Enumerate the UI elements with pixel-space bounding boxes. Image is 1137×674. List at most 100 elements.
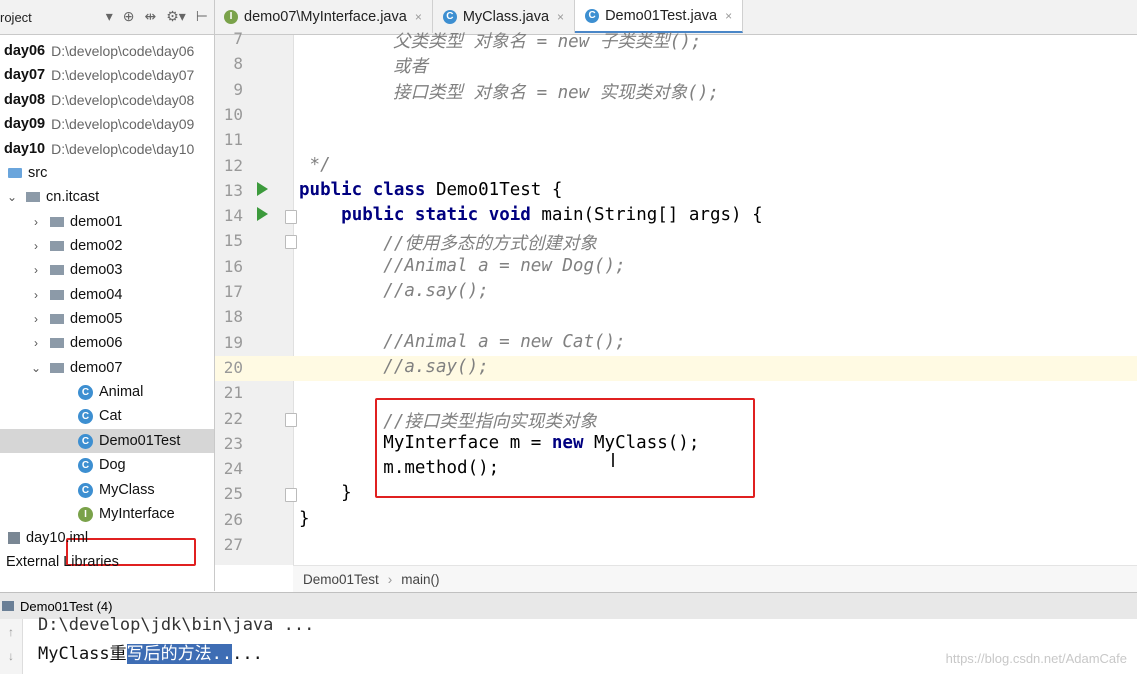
package-icon — [50, 338, 64, 348]
chevron-right-icon[interactable]: › — [30, 215, 42, 229]
code-text: } — [299, 509, 310, 529]
tree-item-package[interactable]: ⌄ cn.itcast — [6, 185, 99, 209]
gear-icon[interactable]: ⚙▾ — [166, 8, 186, 25]
line-number: 12 — [223, 155, 243, 175]
tree-item-myclass[interactable]: C MyClass — [78, 478, 155, 502]
module-path: D:\develop\code\day10 — [51, 141, 195, 157]
tree-item-myinterface[interactable]: I MyInterface — [78, 502, 175, 526]
code-text: //使用多态的方式创建对象 — [299, 234, 597, 255]
line-number: 9 — [233, 79, 243, 99]
tree-label: demo02 — [70, 238, 123, 254]
line-number: 23 — [223, 433, 243, 453]
tree-label: demo04 — [70, 287, 123, 303]
tree-item-src[interactable]: src — [8, 161, 47, 185]
breadcrumb-class[interactable]: Demo01Test — [303, 572, 379, 587]
tree-label: MyClass — [99, 482, 155, 498]
code-editor[interactable]: 7 父类类型 对象名 = new 子类类型(); 8 或者 9 接口类型 对象名 = ne… — [215, 29, 1137, 592]
module-name: day08 — [4, 92, 46, 108]
code-line: 12 */ — [215, 154, 1137, 179]
tab-label: MyClass.java — [462, 8, 550, 25]
tree-item-demo06[interactable]: › demo06 — [30, 331, 122, 355]
tree-item-day08[interactable]: day08 D:\develop\code\day08 — [4, 88, 194, 112]
class-icon: C — [78, 482, 93, 498]
console-line: MyClass重写后的方法..... — [38, 639, 263, 664]
tree-label: day10.iml — [26, 530, 89, 546]
locate-icon[interactable]: ⊕ — [123, 8, 135, 25]
collapse-icon[interactable]: ⇹ — [144, 8, 156, 25]
code-line: 7 父类类型 对象名 = new 子类类型(); — [215, 27, 1137, 52]
tree-item-day10[interactable]: day10 D:\develop\code\day10 — [4, 137, 194, 161]
tree-label: src — [28, 165, 48, 181]
project-tree: day06 D:\develop\code\day06 day07 D:\devel… — [0, 35, 215, 591]
code-text: public class Demo01Test { — [299, 180, 562, 200]
breadcrumb: Demo01Test › main() — [293, 565, 1137, 592]
chevron-right-icon[interactable]: › — [30, 239, 42, 253]
interface-icon: I — [224, 9, 238, 24]
project-panel-title[interactable]: roject — [0, 10, 32, 25]
arrow-down-icon[interactable]: ↓ — [0, 649, 22, 663]
tab-label: demo07\MyInterface.java — [244, 8, 407, 25]
tree-item-dog[interactable]: C Dog — [78, 453, 126, 477]
package-icon — [50, 290, 64, 300]
chevron-down-icon[interactable]: ⌄ — [6, 190, 18, 204]
run-tab-label[interactable]: Demo01Test (4) — [20, 599, 112, 614]
tree-label: demo06 — [70, 335, 123, 351]
tree-item-day07[interactable]: day07 D:\develop\code\day07 — [4, 63, 194, 87]
tree-item-demo02[interactable]: › demo02 — [30, 234, 122, 258]
tree-item-animal[interactable]: C Animal — [78, 380, 143, 404]
console-text: ... — [232, 644, 263, 664]
tree-item-iml[interactable]: day10.iml — [8, 526, 88, 550]
arrow-up-icon[interactable]: ↑ — [0, 625, 22, 639]
tree-item-demo05[interactable]: › demo05 — [30, 307, 122, 331]
code-text: //Animal a = new Cat(); — [299, 331, 626, 352]
chevron-right-icon[interactable]: › — [30, 336, 42, 350]
line-number: 18 — [223, 307, 243, 327]
class-icon: C — [442, 9, 457, 24]
close-icon[interactable]: × — [725, 9, 732, 23]
module-name: day07 — [4, 67, 46, 83]
close-icon[interactable]: × — [557, 10, 564, 24]
tree-item-external-libraries[interactable]: External Libraries — [6, 550, 119, 574]
run-gutter-icon[interactable] — [257, 181, 268, 196]
tree-item-cat[interactable]: C Cat — [78, 404, 122, 428]
tree-item-day09[interactable]: day09 D:\develop\code\day09 — [4, 112, 194, 136]
code-line: 10 — [215, 103, 1137, 128]
tree-item-demo01[interactable]: › demo01 — [30, 210, 122, 234]
code-text: //a.say(); — [299, 281, 489, 301]
chevron-right-icon[interactable]: › — [30, 312, 42, 326]
chevron-down-icon[interactable]: ⌄ — [30, 361, 42, 375]
tree-item-demo04[interactable]: › demo04 — [30, 283, 122, 307]
chevron-right-icon[interactable]: › — [30, 288, 42, 302]
tree-item-demo07[interactable]: ⌄ demo07 — [30, 356, 122, 380]
tree-label: MyInterface — [99, 506, 175, 522]
fold-marker-icon[interactable] — [285, 412, 297, 427]
line-number: 20 — [223, 357, 243, 377]
highlight-box — [375, 398, 755, 498]
fold-marker-icon[interactable] — [285, 210, 297, 225]
chevron-right-icon[interactable]: › — [30, 263, 42, 277]
line-number: 10 — [223, 104, 243, 124]
code-text: 接口类型 对象名 = new 实现类对象(); — [393, 82, 719, 103]
fold-marker-icon[interactable] — [285, 488, 297, 503]
run-console[interactable]: ↑ ↓ D:\develop\jdk\bin\java ... MyClass重… — [0, 615, 1137, 674]
dropdown-icon[interactable]: ▾ — [106, 8, 113, 25]
hide-panel-icon[interactable]: ⊢ — [196, 8, 208, 25]
module-name: day09 — [4, 116, 46, 132]
code-line: 8 或者 — [215, 52, 1137, 77]
fold-marker-icon[interactable] — [285, 235, 297, 250]
line-number: 8 — [233, 54, 243, 74]
module-path: D:\develop\code\day09 — [51, 116, 195, 132]
code-token: Demo01Test { — [425, 179, 563, 200]
run-gutter-icon[interactable] — [257, 207, 268, 222]
tree-item-day06[interactable]: day06 D:\develop\code\day06 — [4, 39, 194, 63]
tree-item-demo01test[interactable]: C Demo01Test — [0, 429, 214, 453]
line-number: 17 — [223, 282, 243, 301]
breadcrumb-method[interactable]: main() — [401, 572, 439, 587]
line-number: 24 — [223, 459, 243, 479]
tree-item-demo03[interactable]: › demo03 — [30, 258, 122, 282]
close-icon[interactable]: × — [415, 10, 422, 24]
line-number: 7 — [233, 29, 243, 48]
